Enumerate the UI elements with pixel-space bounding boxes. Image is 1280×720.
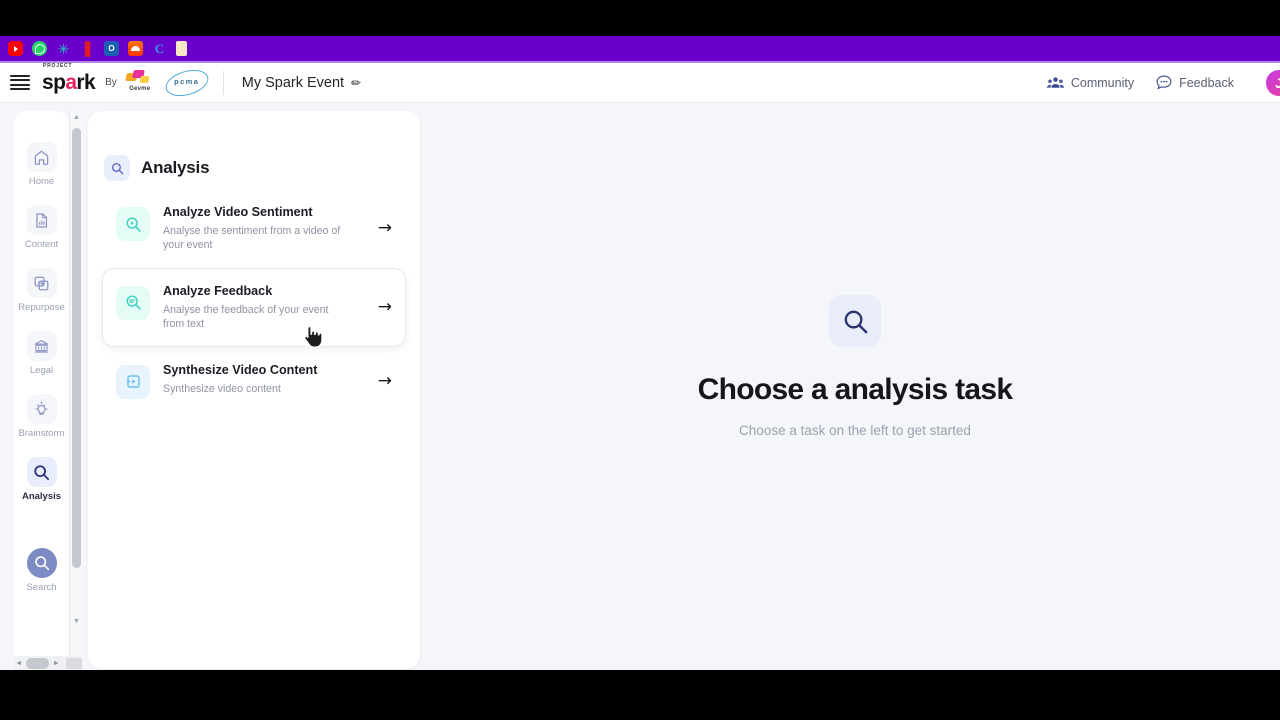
sidebar-item-label: Legal [29, 365, 54, 376]
youtube-icon[interactable] [8, 41, 23, 56]
letterbox-bottom-bar [0, 670, 1280, 720]
empty-state-title: Choose a analysis task [697, 373, 1013, 406]
arrow-right-icon[interactable]: → [378, 219, 392, 237]
os-taskbar: ✳ ❚ O C [0, 36, 1280, 61]
sidebar-item-content[interactable]: Content [15, 205, 69, 250]
magnifier-icon [104, 155, 130, 181]
whatsapp-icon[interactable] [32, 41, 47, 56]
panel-title: Analysis [141, 158, 210, 177]
task-description: Analyse the sentiment from a video of yo… [163, 224, 341, 251]
sidebar-horizontal-scrollbar[interactable]: ◄ ► [14, 656, 82, 670]
task-card-analyze-video-sentiment[interactable]: Analyze Video Sentiment Analyse the sent… [102, 189, 406, 268]
task-description: Synthesize video content [163, 382, 281, 395]
letterbox-top-bar [0, 0, 1280, 36]
sidebar-item-label: Home [28, 176, 55, 187]
pcma-logo: pcma [162, 64, 212, 101]
event-title-group: My Spark Event ✏ [241, 74, 362, 91]
scroll-left-arrow-icon[interactable]: ◄ [14, 660, 24, 667]
scroll-thumb-horizontal[interactable] [25, 657, 50, 669]
people-group-icon [1046, 76, 1064, 88]
gevme-mark-icon [124, 69, 155, 85]
magnifier-icon [829, 295, 881, 347]
sidebar-item-legal[interactable]: Legal [15, 331, 69, 376]
task-text-group: Synthesize Video Content Synthesize vide… [163, 363, 365, 396]
sidebar-nav: Home Content Repurpose Legal Brainstorm … [14, 111, 69, 666]
bank-columns-icon [26, 331, 57, 361]
home-icon [26, 142, 57, 172]
magnifier-icon [26, 457, 57, 487]
chat-bubble-icon [1156, 75, 1172, 90]
header-actions: Community Feedback J [1046, 67, 1280, 98]
repurpose-arrows-icon [26, 268, 57, 298]
task-title: Analyze Video Sentiment [163, 205, 313, 219]
feedback-magnifier-icon [116, 285, 150, 320]
brand-name-part1: sp [42, 71, 66, 94]
outlook-icon[interactable]: O [104, 41, 119, 56]
brand-name-accent: a [65, 71, 77, 94]
empty-state-subtitle: Choose a task on the left to get started [739, 423, 971, 438]
task-text-group: Analyze Video Sentiment Analyse the sent… [163, 205, 365, 252]
task-card-analyze-feedback[interactable]: Analyze Feedback Analyse the feedback of… [102, 267, 406, 347]
brand-kicker: PROJECT [43, 63, 73, 69]
scroll-track-end [66, 657, 82, 669]
feedback-label: Feedback [1179, 75, 1234, 90]
soundcloud-icon[interactable] [128, 41, 143, 56]
lightbulb-icon [26, 394, 57, 424]
task-card-synthesize-video-content[interactable]: Synthesize Video Content Synthesize vide… [102, 347, 406, 417]
scroll-right-arrow-icon[interactable]: ► [51, 660, 61, 667]
pcma-label: pcma [174, 76, 200, 86]
hamburger-menu-icon[interactable] [10, 75, 30, 90]
arrow-right-icon[interactable]: → [378, 298, 392, 316]
brand-name-part2: rk [76, 71, 96, 94]
feedback-link[interactable]: Feedback [1156, 75, 1234, 90]
panel-header: Analysis [88, 111, 420, 189]
teal-asterisk-icon[interactable]: ✳ [56, 41, 71, 56]
document-icon[interactable] [176, 41, 187, 56]
sidebar-search-button[interactable]: Search [15, 548, 69, 593]
sidebar-item-label: Content [24, 239, 59, 250]
magnifier-icon [26, 548, 57, 578]
community-link[interactable]: Community [1046, 75, 1135, 90]
scroll-thumb[interactable] [72, 128, 81, 568]
analysis-panel: Analysis Analyze Video Sentiment Analyse… [88, 111, 420, 669]
document-chart-icon [26, 205, 57, 235]
sidebar-item-label: Brainstorm [18, 428, 65, 439]
red-ribbon-icon[interactable]: ❚ [80, 41, 95, 56]
community-label: Community [1070, 75, 1135, 90]
avatar[interactable]: J [1264, 67, 1280, 98]
task-title: Analyze Feedback [163, 283, 273, 298]
header-divider [222, 70, 224, 95]
sidebar-item-label: Repurpose [18, 302, 65, 313]
sidebar-search-label: Search [26, 582, 57, 593]
brand-logo[interactable]: PROJECT spark [42, 63, 96, 94]
arrow-right-icon[interactable]: → [378, 373, 392, 390]
task-title: Synthesize Video Content [163, 362, 318, 377]
by-label: By [105, 77, 117, 88]
video-play-icon [116, 364, 150, 399]
pencil-edit-icon[interactable]: ✏ [351, 75, 361, 89]
gevme-label: Gevme [129, 85, 151, 92]
video-magnifier-icon [116, 207, 150, 241]
c-app-icon[interactable]: C [152, 41, 167, 56]
scroll-up-arrow-icon[interactable]: ▲ [70, 111, 83, 124]
sidebar-item-brainstorm[interactable]: Brainstorm [15, 394, 69, 439]
brand-wordmark: spark [42, 71, 96, 94]
app-header: PROJECT spark By Gevme pcma My Spark Eve… [0, 63, 1280, 103]
scroll-down-arrow-icon[interactable]: ▼ [70, 615, 83, 628]
gevme-logo: Gevme [124, 69, 155, 96]
sidebar-vertical-scrollbar[interactable]: ▲ ▼ [69, 111, 82, 666]
workspace: Home Content Repurpose Legal Brainstorm … [0, 103, 1280, 670]
task-text-group: Analyze Feedback Analyse the feedback of… [163, 284, 365, 331]
main-empty-state: Choose a analysis task Choose a task on … [430, 103, 1280, 670]
sidebar-item-analysis[interactable]: Analysis [15, 457, 69, 502]
task-description: Analyse the feedback of your event from … [163, 303, 329, 330]
task-list: Analyze Video Sentiment Analyse the sent… [88, 189, 420, 417]
sidebar-item-home[interactable]: Home [15, 142, 69, 187]
sidebar-item-repurpose[interactable]: Repurpose [15, 268, 69, 313]
page-title: My Spark Event [241, 74, 345, 91]
sidebar-item-label: Analysis [21, 491, 62, 502]
